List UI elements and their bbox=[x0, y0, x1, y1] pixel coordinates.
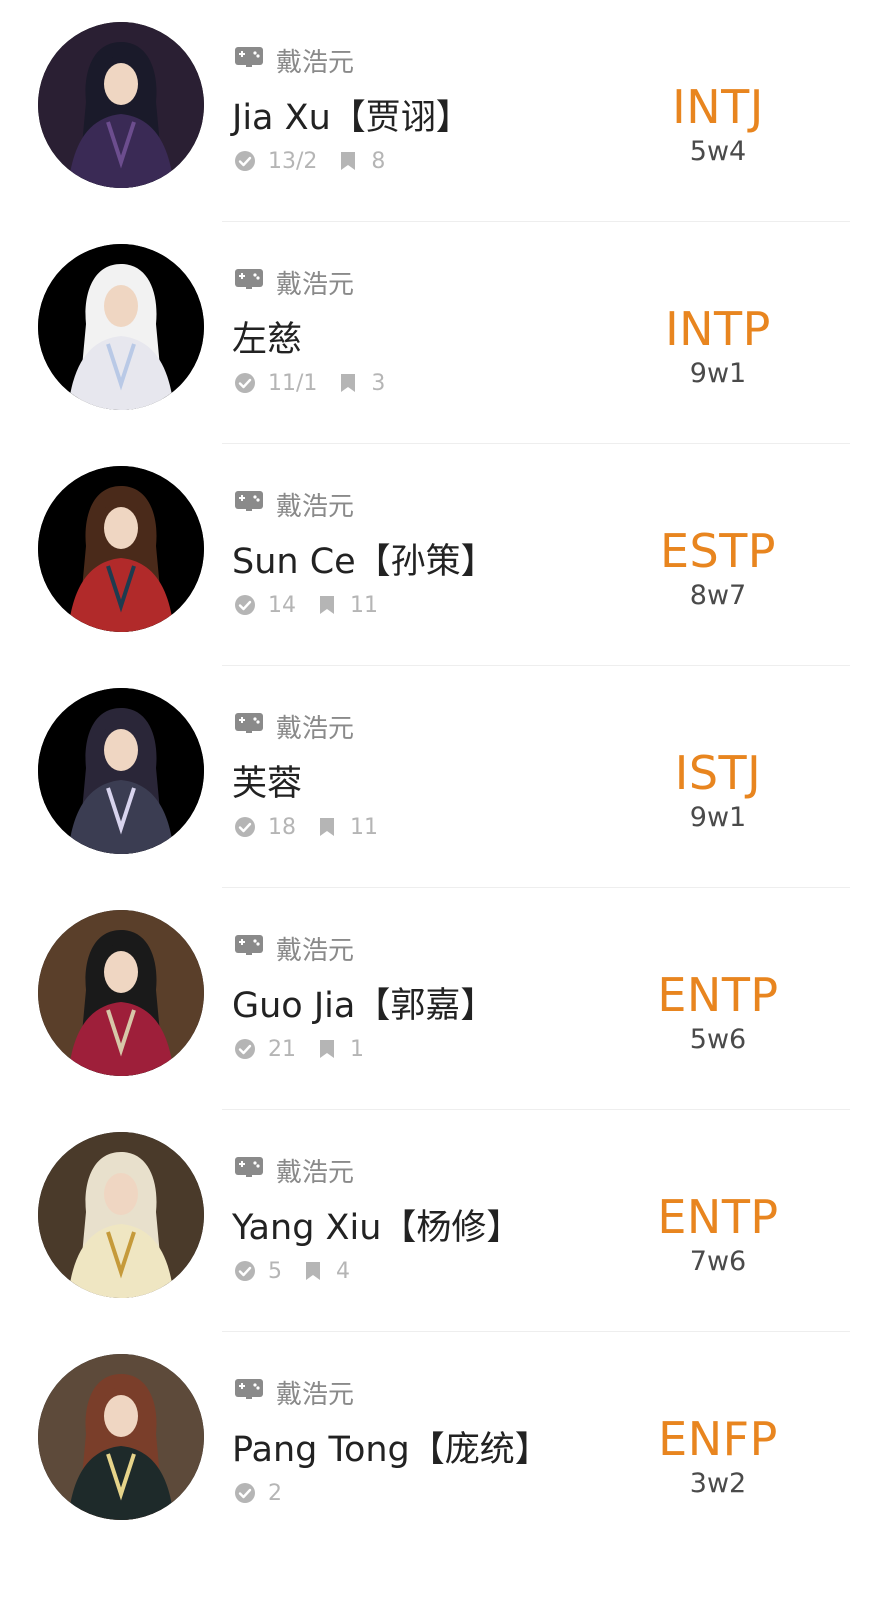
profile-row[interactable]: 戴浩元 Pang Tong【庞统】 2 ENFP 3w2 bbox=[0, 1332, 878, 1554]
check-circle-icon bbox=[234, 150, 256, 172]
check-circle-icon bbox=[234, 1482, 256, 1504]
mbti-type: ENTP bbox=[657, 1190, 779, 1244]
vote-count: 21 bbox=[268, 1036, 296, 1062]
character-name[interactable]: Pang Tong【庞统】 bbox=[232, 1420, 550, 1472]
comment-count: 11 bbox=[350, 592, 378, 618]
character-name[interactable]: Yang Xiu【杨修】 bbox=[232, 1198, 521, 1250]
check-circle-icon bbox=[234, 594, 256, 616]
enneagram-type: 7w6 bbox=[689, 1246, 747, 1277]
source-line: 戴浩元 bbox=[234, 262, 354, 302]
profile-row[interactable]: 戴浩元 Sun Ce【孙策】 14 11 ESTP 8w7 bbox=[0, 444, 878, 666]
check-circle-icon bbox=[234, 1038, 256, 1060]
bookmark-icon bbox=[316, 1038, 338, 1060]
comment-count: 4 bbox=[336, 1258, 350, 1284]
source-label[interactable]: 戴浩元 bbox=[276, 1152, 354, 1189]
gamepad-icon bbox=[234, 1377, 264, 1408]
source-label[interactable]: 戴浩元 bbox=[276, 42, 354, 79]
vote-count: 5 bbox=[268, 1258, 282, 1284]
bookmark-icon bbox=[316, 816, 338, 838]
personality-type: ISTJ 9w1 bbox=[638, 746, 798, 836]
avatar[interactable] bbox=[38, 910, 204, 1076]
personality-type: ENTP 5w6 bbox=[638, 968, 798, 1058]
profile-row[interactable]: 戴浩元 Yang Xiu【杨修】 5 4 ENTP 7w6 bbox=[0, 1110, 878, 1332]
avatar[interactable] bbox=[38, 22, 204, 188]
stats-line: 11/1 3 bbox=[234, 366, 385, 400]
enneagram-type: 9w1 bbox=[689, 802, 747, 833]
source-line: 戴浩元 bbox=[234, 928, 354, 968]
enneagram-type: 8w7 bbox=[689, 580, 747, 611]
character-name[interactable]: Jia Xu【贾诩】 bbox=[232, 88, 471, 140]
character-name[interactable]: 左慈 bbox=[232, 310, 302, 362]
personality-type: INTJ 5w4 bbox=[638, 80, 798, 170]
character-name[interactable]: Sun Ce【孙策】 bbox=[232, 532, 496, 584]
stats-line: 2 bbox=[234, 1476, 282, 1510]
enneagram-type: 5w4 bbox=[689, 136, 747, 167]
vote-count: 14 bbox=[268, 592, 296, 618]
bookmark-icon bbox=[337, 150, 359, 172]
avatar[interactable] bbox=[38, 466, 204, 632]
mbti-type: INTP bbox=[665, 302, 771, 356]
avatar[interactable] bbox=[38, 1132, 204, 1298]
source-line: 戴浩元 bbox=[234, 706, 354, 746]
gamepad-icon bbox=[234, 1155, 264, 1186]
gamepad-icon bbox=[234, 933, 264, 964]
stats-line: 21 1 bbox=[234, 1032, 364, 1066]
vote-count: 18 bbox=[268, 814, 296, 840]
personality-type: ESTP 8w7 bbox=[638, 524, 798, 614]
source-label[interactable]: 戴浩元 bbox=[276, 708, 354, 745]
mbti-type: ENTP bbox=[657, 968, 779, 1022]
bookmark-icon bbox=[316, 594, 338, 616]
profile-row[interactable]: 戴浩元 Guo Jia【郭嘉】 21 1 ENTP 5w6 bbox=[0, 888, 878, 1110]
gamepad-icon bbox=[234, 489, 264, 520]
gamepad-icon bbox=[234, 711, 264, 742]
vote-count: 11/1 bbox=[268, 370, 318, 396]
stats-line: 14 11 bbox=[234, 588, 378, 622]
comment-count: 1 bbox=[350, 1036, 364, 1062]
check-circle-icon bbox=[234, 372, 256, 394]
profile-row[interactable]: 戴浩元 Jia Xu【贾诩】 13/2 8 INTJ 5w4 bbox=[0, 0, 878, 222]
profile-list: 戴浩元 Jia Xu【贾诩】 13/2 8 INTJ 5w4 戴浩元 左慈 11/1 3 INTP 9… bbox=[0, 0, 878, 1600]
source-line: 戴浩元 bbox=[234, 1372, 354, 1412]
enneagram-type: 9w1 bbox=[689, 358, 747, 389]
avatar[interactable] bbox=[38, 1354, 204, 1520]
avatar[interactable] bbox=[38, 244, 204, 410]
mbti-type: INTJ bbox=[672, 80, 764, 134]
vote-count: 2 bbox=[268, 1480, 282, 1506]
source-line: 戴浩元 bbox=[234, 484, 354, 524]
source-label[interactable]: 戴浩元 bbox=[276, 930, 354, 967]
personality-type: ENTP 7w6 bbox=[638, 1190, 798, 1280]
comment-count: 3 bbox=[371, 370, 386, 396]
bookmark-icon bbox=[337, 372, 359, 394]
gamepad-icon bbox=[234, 45, 264, 76]
character-name[interactable]: Guo Jia【郭嘉】 bbox=[232, 976, 495, 1028]
personality-type: ENFP 3w2 bbox=[638, 1412, 798, 1502]
mbti-type: ESTP bbox=[659, 524, 777, 578]
enneagram-type: 3w2 bbox=[689, 1468, 747, 1499]
personality-type: INTP 9w1 bbox=[638, 302, 798, 392]
comment-count: 8 bbox=[371, 148, 386, 174]
enneagram-type: 5w6 bbox=[689, 1024, 747, 1055]
source-label[interactable]: 戴浩元 bbox=[276, 264, 354, 301]
profile-row[interactable]: 戴浩元 芙蓉 18 11 ISTJ 9w1 bbox=[0, 666, 878, 888]
stats-line: 13/2 8 bbox=[234, 144, 385, 178]
gamepad-icon bbox=[234, 267, 264, 298]
stats-line: 18 11 bbox=[234, 810, 378, 844]
source-label[interactable]: 戴浩元 bbox=[276, 486, 354, 523]
check-circle-icon bbox=[234, 1260, 256, 1282]
bookmark-icon bbox=[302, 1260, 324, 1282]
character-name[interactable]: 芙蓉 bbox=[232, 754, 302, 806]
comment-count: 11 bbox=[350, 814, 378, 840]
mbti-type: ENFP bbox=[658, 1412, 778, 1466]
source-label[interactable]: 戴浩元 bbox=[276, 1374, 354, 1411]
vote-count: 13/2 bbox=[268, 148, 318, 174]
mbti-type: ISTJ bbox=[674, 746, 762, 800]
check-circle-icon bbox=[234, 816, 256, 838]
source-line: 戴浩元 bbox=[234, 40, 354, 80]
stats-line: 54 bbox=[234, 1254, 350, 1288]
source-line: 戴浩元 bbox=[234, 1150, 354, 1190]
avatar[interactable] bbox=[38, 688, 204, 854]
profile-row[interactable]: 戴浩元左慈 11/1 3 INTP 9w1 bbox=[0, 222, 878, 444]
